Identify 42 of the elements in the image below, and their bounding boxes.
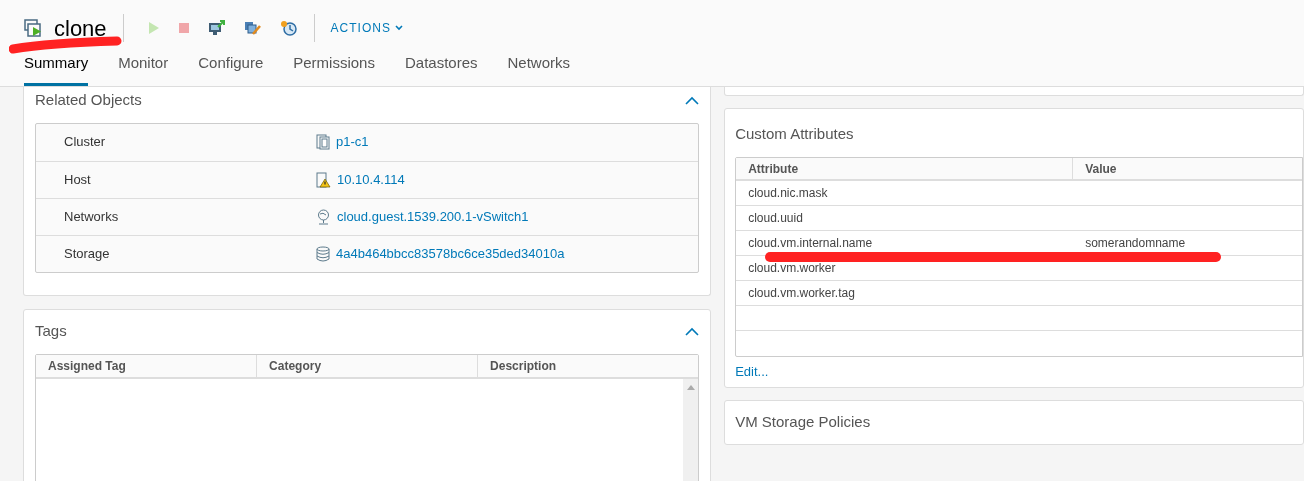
attribute-cell-text: cloud.vm.worker.tag	[747, 285, 856, 302]
actions-menu-button[interactable]: ACTIONS	[330, 19, 403, 37]
cluster-icon	[316, 134, 330, 150]
column-header[interactable]: Value	[1072, 158, 1302, 179]
edit-icon[interactable]	[243, 20, 262, 36]
collapse-icon[interactable]	[685, 96, 700, 105]
card-title: Related Objects	[35, 90, 142, 111]
edit-link[interactable]: Edit...	[735, 362, 769, 382]
attribute-cell-text: cloud.vm.worker	[747, 260, 837, 277]
database-icon	[316, 245, 330, 262]
object-link[interactable]: p1-c1	[336, 132, 369, 152]
attribute-cell-text: cloud.nic.mask	[747, 185, 829, 202]
row-label: Host	[63, 170, 92, 189]
clock-icon[interactable]	[279, 20, 298, 36]
monitor-icon[interactable]	[207, 20, 226, 36]
card-title: Custom Attributes	[735, 123, 855, 144]
card-title: Tags	[35, 321, 67, 342]
tab[interactable]: Configure	[198, 50, 264, 86]
row-label: Networks	[63, 207, 120, 226]
row-label: Storage	[63, 244, 111, 263]
column-header[interactable]: Attribute	[736, 158, 1073, 179]
attribute-cell-text: cloud.uuid	[747, 210, 804, 227]
tab[interactable]: Networks	[507, 50, 570, 86]
object-link[interactable]: 10.10.4.114	[337, 169, 405, 190]
collapse-icon[interactable]	[685, 327, 700, 336]
vm-icon	[24, 18, 44, 38]
attribute-cell-text: cloud.vm.internal.name	[747, 235, 874, 252]
vm-title: clone	[54, 14, 107, 43]
tab[interactable]: Datastores	[404, 50, 478, 86]
tab[interactable]: Monitor	[118, 50, 169, 86]
column-header[interactable]: Category	[256, 354, 478, 377]
object-link[interactable]: 4a4b464bbcc83578bc6ce35ded34010a	[336, 243, 565, 264]
row-label: Cluster	[63, 133, 107, 152]
value-cell-text: somerandomname	[1084, 235, 1186, 252]
card-title: VM Storage Policies	[735, 412, 871, 433]
tab[interactable]: Permissions	[293, 50, 375, 86]
object-link[interactable]: cloud.guest.1539.200.1-vSwitch1	[337, 206, 529, 227]
caret-icon	[394, 25, 403, 31]
column-header[interactable]: Assigned Tag	[36, 354, 257, 377]
globe-icon	[316, 208, 331, 225]
column-header[interactable]: Description	[477, 354, 699, 377]
host-warning-icon	[316, 171, 331, 188]
